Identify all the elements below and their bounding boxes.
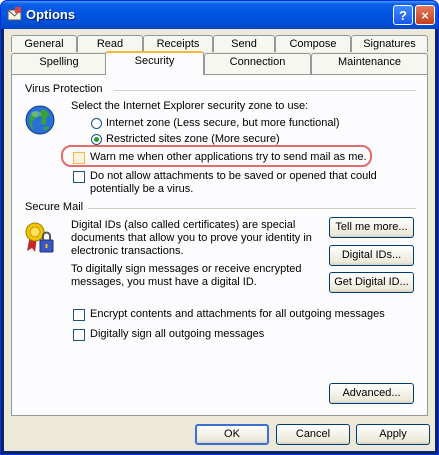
options-window: Options ? × General Read Receipts Send C… xyxy=(0,0,439,455)
close-button[interactable]: × xyxy=(415,5,435,25)
internet-zone-label[interactable]: Internet zone (Less secure, but more fun… xyxy=(106,117,340,130)
dialog-client: General Read Receipts Send Compose Signa… xyxy=(4,29,435,451)
tab-general[interactable]: General xyxy=(11,35,77,52)
title-bar[interactable]: Options ? × xyxy=(1,1,438,29)
tab-receipts[interactable]: Receipts xyxy=(143,35,213,52)
tab-compose[interactable]: Compose xyxy=(275,35,351,52)
internet-zone-radio[interactable] xyxy=(91,118,102,129)
advanced-button[interactable]: Advanced... xyxy=(329,383,414,404)
block-attachments-label-line1[interactable]: Do not allow attachments to be saved or … xyxy=(90,170,377,183)
digital-id-desc-line2: documents that allow you to prove your i… xyxy=(71,232,312,244)
tab-signatures[interactable]: Signatures xyxy=(351,35,428,52)
virus-protection-divider xyxy=(114,90,416,91)
certificate-lock-icon xyxy=(25,222,54,253)
restricted-zone-radio[interactable] xyxy=(91,134,102,145)
sign-all-label[interactable]: Digitally sign all outgoing messages xyxy=(90,328,264,341)
tab-read[interactable]: Read xyxy=(77,35,143,52)
window-title: Options xyxy=(26,7,76,22)
tab-maintenance[interactable]: Maintenance xyxy=(311,53,428,75)
digital-ids-button[interactable]: Digital IDs... xyxy=(329,245,414,266)
block-attachments-label-line2[interactable]: potentially be a virus. xyxy=(90,183,193,196)
encrypt-all-label[interactable]: Encrypt contents and attachments for all… xyxy=(90,308,385,321)
tab-spelling[interactable]: Spelling xyxy=(11,53,107,75)
sign-encrypt-desc-line2: messages, you must have a digital ID. xyxy=(71,276,257,288)
cancel-button[interactable]: Cancel xyxy=(276,424,350,445)
ok-button[interactable]: OK xyxy=(195,424,269,445)
zone-prompt: Select the Internet Explorer security zo… xyxy=(71,100,309,112)
warn-option-highlight xyxy=(61,145,372,167)
secure-mail-label: Secure Mail xyxy=(25,201,84,213)
virus-protection-label: Virus Protection xyxy=(25,83,103,95)
block-attachments-checkbox[interactable] xyxy=(73,171,85,183)
tab-security[interactable]: Security xyxy=(105,51,204,75)
mail-options-icon xyxy=(7,7,22,21)
sign-all-checkbox[interactable] xyxy=(73,329,85,341)
secure-mail-divider xyxy=(88,208,416,209)
globe-icon xyxy=(25,105,55,135)
help-button[interactable]: ? xyxy=(393,5,413,25)
digital-id-desc-line3: electronic transactions. xyxy=(71,245,184,257)
apply-button[interactable]: Apply xyxy=(356,424,430,445)
tell-me-more-button[interactable]: Tell me more... xyxy=(329,217,414,238)
get-digital-id-button[interactable]: Get Digital ID... xyxy=(329,272,414,293)
encrypt-all-checkbox[interactable] xyxy=(73,309,85,321)
tab-send[interactable]: Send xyxy=(213,35,275,52)
tab-connection[interactable]: Connection xyxy=(204,53,311,75)
sign-encrypt-desc-line1: To digitally sign messages or receive en… xyxy=(71,263,302,275)
digital-id-desc-line1: Digital IDs (also called certificates) a… xyxy=(71,219,296,231)
